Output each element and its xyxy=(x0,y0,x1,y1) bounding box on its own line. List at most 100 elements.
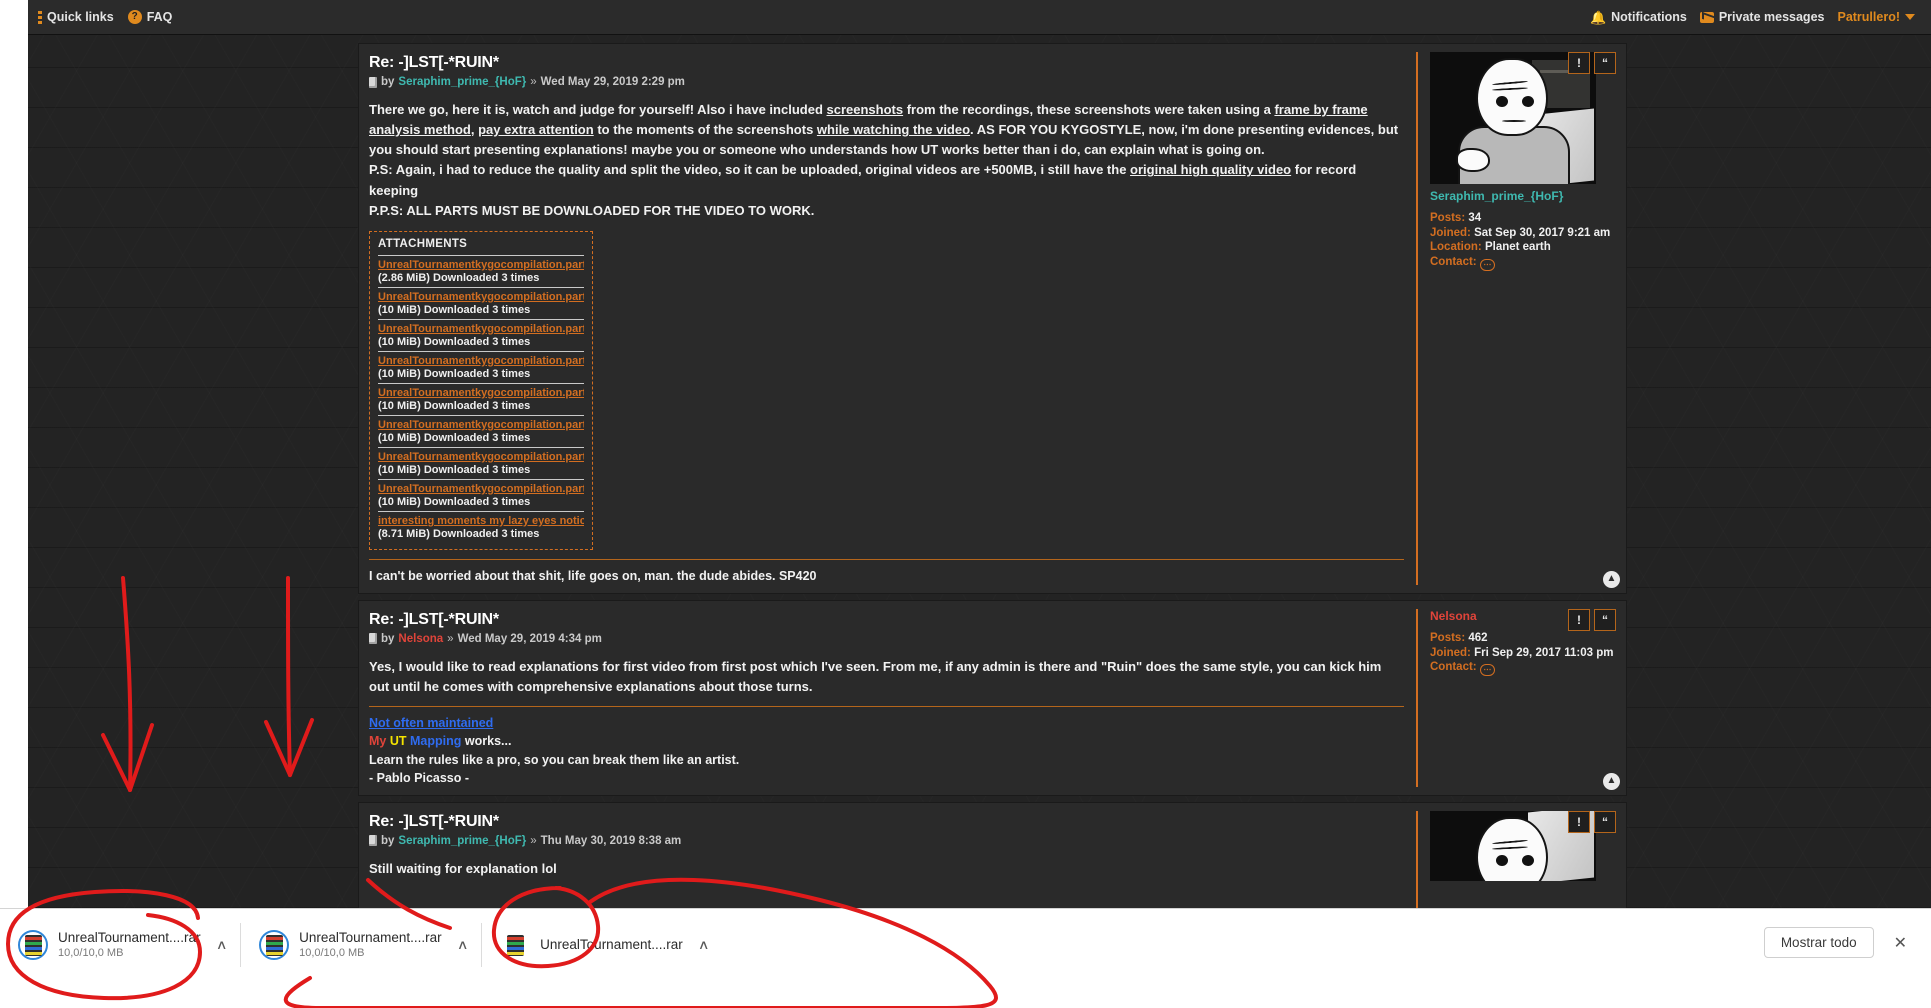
post-2-date: Wed May 29, 2019 4:34 pm xyxy=(457,632,602,645)
post-1-line-3: P.P.S: ALL PARTS MUST BE DOWNLOADED FOR … xyxy=(369,202,815,218)
quote-post-button[interactable]: “ xyxy=(1594,608,1616,631)
attachment-info: (10 MiB) Downloaded 3 times xyxy=(378,303,531,316)
attachment-row: UnrealTournamentkygocompilation.part2.ra… xyxy=(378,446,584,479)
attachment-link[interactable]: UnrealTournamentkygocompilation.part8.ra… xyxy=(378,259,584,271)
quick-links-menu[interactable]: Quick links xyxy=(38,10,114,24)
faq-link[interactable]: ? FAQ xyxy=(127,10,172,24)
post-1-profile-name[interactable]: Seraphim_prime_{HoF} xyxy=(1430,189,1616,203)
scroll-to-top-button[interactable]: ▲ xyxy=(1603,772,1620,790)
private-messages-label: Private messages xyxy=(1718,10,1825,24)
avatar-mouth xyxy=(1502,120,1526,122)
attachment-info: (10 MiB) Downloaded 3 times xyxy=(378,431,531,444)
chat-bubble-icon[interactable]: ⋯ xyxy=(1479,259,1495,272)
download-bar: UnrealTournament....rar 10,0/10,0 MB ∧ U… xyxy=(0,908,1931,1008)
attachment-link[interactable]: UnrealTournamentkygocompilation.part5.ra… xyxy=(378,355,584,367)
bell-icon: 🔔 xyxy=(1589,9,1607,25)
profile-posts-value: 462 xyxy=(1468,631,1488,644)
notifications-link[interactable]: 🔔 Notifications xyxy=(1590,10,1687,24)
meta-separator: » xyxy=(530,834,537,847)
forum-page: Quick links ? FAQ 🔔 Notifications Privat… xyxy=(28,0,1931,908)
rar-archive-icon xyxy=(500,930,530,960)
post-3-author-link[interactable]: Seraphim_prime_{HoF} xyxy=(398,835,526,847)
post-3-meta: by Seraphim_prime_{HoF} » Thu May 30, 20… xyxy=(369,835,1404,847)
attachment-link[interactable]: UnrealTournamentkygocompilation.part7.ra… xyxy=(378,291,584,303)
scroll-to-top-button[interactable]: ▲ xyxy=(1603,570,1620,588)
quote-post-button[interactable]: “ xyxy=(1594,52,1616,74)
avatar-eye-left xyxy=(1496,96,1508,107)
profile-joined-row: Joined: Sat Sep 30, 2017 9:21 am xyxy=(1430,226,1616,241)
post-2: Re: -]LST[-*RUIN* by Nelsona » Wed May 2… xyxy=(358,599,1627,796)
attachment-row: UnrealTournamentkygocompilation.part1.ra… xyxy=(378,478,584,511)
post-3-body: Re: -]LST[-*RUIN* by Seraphim_prime_{HoF… xyxy=(369,811,1416,908)
attachment-info: (10 MiB) Downloaded 3 times xyxy=(378,367,531,380)
user-menu[interactable]: Patrullero! xyxy=(1837,10,1915,24)
download-item[interactable]: UnrealTournament....rar 10,0/10,0 MB ∧ xyxy=(241,923,483,967)
attachment-row: UnrealTournamentkygocompilation.part6.ra… xyxy=(378,318,584,351)
report-post-button[interactable]: ! xyxy=(1568,52,1590,74)
post-1-title[interactable]: Re: -]LST[-*RUIN* xyxy=(369,54,1404,72)
chevron-up-icon[interactable]: ∧ xyxy=(456,937,468,953)
attachment-info: (8.71 MiB) Downloaded 3 times xyxy=(378,527,540,540)
attachments-box: ATTACHMENTS UnrealTournamentkygocompilat… xyxy=(369,230,593,550)
browser-left-gutter xyxy=(0,0,28,908)
close-icon[interactable]: ✕ xyxy=(1888,929,1913,957)
profile-joined-row: Joined: Fri Sep 29, 2017 11:03 pm xyxy=(1430,646,1616,661)
post-icon xyxy=(369,835,377,847)
chevron-up-icon[interactable]: ∧ xyxy=(215,937,227,953)
attachment-row: UnrealTournamentkygocompilation.part3.ra… xyxy=(378,414,584,447)
download-progress: 10,0/10,0 MB xyxy=(58,946,124,959)
top-navbar: Quick links ? FAQ 🔔 Notifications Privat… xyxy=(28,0,1931,35)
report-post-button[interactable]: ! xyxy=(1568,608,1590,631)
post-2-author-link[interactable]: Nelsona xyxy=(398,633,443,645)
attachment-info: (10 MiB) Downloaded 3 times xyxy=(378,335,531,348)
profile-joined-label: Joined: xyxy=(1430,646,1471,659)
attachment-link[interactable]: UnrealTournamentkygocompilation.part3.ra… xyxy=(378,419,584,431)
attachment-link[interactable]: UnrealTournamentkygocompilation.part4.ra… xyxy=(378,387,584,399)
download-item[interactable]: UnrealTournament....rar ∧ xyxy=(482,923,722,967)
post-2-meta: by Nelsona » Wed May 29, 2019 4:34 pm xyxy=(369,633,1404,645)
avatar-eye-right xyxy=(1522,854,1534,866)
attachment-link[interactable]: interesting moments my lazy eyes noticed… xyxy=(378,515,584,527)
profile-posts-label: Posts: xyxy=(1430,212,1466,224)
chat-bubble-icon[interactable]: ⋯ xyxy=(1479,664,1495,677)
post-2-signature: Not often maintained My UT Mapping works… xyxy=(369,706,1404,787)
link-original-video[interactable]: original high quality video xyxy=(1130,162,1291,177)
question-mark-icon: ? xyxy=(127,10,142,24)
post-1-author-link[interactable]: Seraphim_prime_{HoF} xyxy=(398,76,526,88)
profile-location-label: Location: xyxy=(1430,241,1482,254)
link-pay-attention[interactable]: pay extra attention xyxy=(478,122,594,137)
signature-link[interactable]: Not often maintained xyxy=(369,716,493,730)
link-while-watching[interactable]: while watching the video xyxy=(817,122,970,137)
download-text: UnrealTournament....rar 10,0/10,0 MB xyxy=(299,930,442,961)
profile-contact-row: Contact: ⋯ xyxy=(1430,255,1616,272)
attachment-link[interactable]: UnrealTournamentkygocompilation.part1.ra… xyxy=(378,483,584,495)
profile-posts-row: Posts: 462 xyxy=(1430,631,1616,646)
private-messages-link[interactable]: Private messages xyxy=(1699,10,1825,24)
download-item[interactable]: UnrealTournament....rar 10,0/10,0 MB ∧ xyxy=(0,923,242,967)
post-1-date: Wed May 29, 2019 2:29 pm xyxy=(540,76,685,88)
profile-joined-value: Sat Sep 30, 2017 9:21 am xyxy=(1474,226,1611,239)
attachment-link[interactable]: UnrealTournamentkygocompilation.part2.ra… xyxy=(378,451,584,463)
quick-links-label: Quick links xyxy=(47,10,114,24)
post-2-title[interactable]: Re: -]LST[-*RUIN* xyxy=(369,611,1404,629)
signature-line-1: Not often maintained xyxy=(369,714,1404,732)
show-all-downloads-button[interactable]: Mostrar todo xyxy=(1763,927,1874,958)
post-1-actions: ! “ xyxy=(1568,52,1616,74)
attachment-link[interactable]: UnrealTournamentkygocompilation.part6.ra… xyxy=(378,323,584,335)
avatar-head xyxy=(1476,58,1548,136)
download-progress: 10,0/10,0 MB xyxy=(299,946,365,959)
username-label: Patrullero! xyxy=(1837,10,1900,24)
report-post-button[interactable]: ! xyxy=(1568,810,1590,833)
profile-location-row: Location: Planet earth xyxy=(1430,240,1616,255)
screen-root: Quick links ? FAQ 🔔 Notifications Privat… xyxy=(0,0,1931,1008)
quote-post-button[interactable]: “ xyxy=(1594,810,1616,833)
chevron-up-icon[interactable]: ∧ xyxy=(698,937,710,953)
link-screenshots[interactable]: screenshots xyxy=(827,102,904,117)
signature-line-3: Learn the rules like a pro, so you can b… xyxy=(369,752,740,767)
post-3-title[interactable]: Re: -]LST[-*RUIN* xyxy=(369,813,1404,831)
by-label: by xyxy=(381,76,395,88)
attachment-row: interesting moments my lazy eyes noticed… xyxy=(378,510,584,543)
profile-joined-label: Joined: xyxy=(1430,226,1471,239)
download-bar-right: Mostrar todo ✕ xyxy=(1763,909,1931,958)
attachment-info: (10 MiB) Downloaded 3 times xyxy=(378,463,531,476)
